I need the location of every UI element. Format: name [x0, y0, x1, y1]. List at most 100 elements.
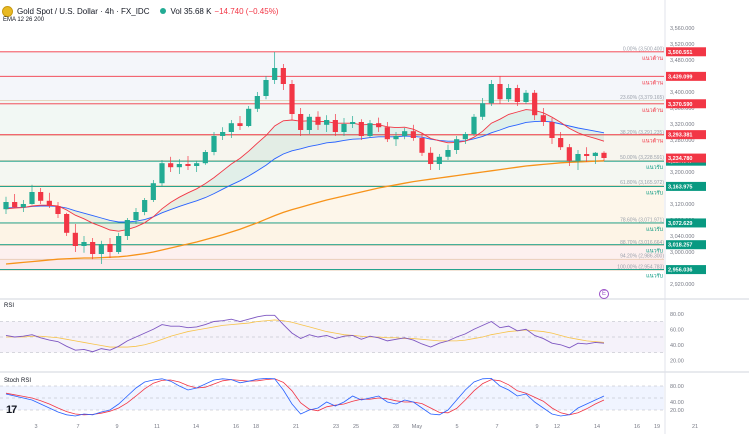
fib-level-label: 61.80% (3,165.972) — [620, 180, 664, 186]
candle-body — [558, 138, 564, 148]
candle-body — [436, 156, 442, 164]
candle-body — [185, 164, 191, 166]
candle-body — [12, 202, 18, 208]
time-tick-label: 21 — [293, 424, 299, 430]
candle-body — [462, 134, 468, 140]
market-status-icon — [159, 8, 166, 14]
candle-body — [428, 152, 434, 164]
time-tick-label: May — [412, 424, 423, 430]
candle-body — [497, 84, 503, 100]
candle-body — [332, 120, 338, 132]
candle-body — [584, 154, 590, 156]
candle-body — [194, 163, 200, 166]
sr-price-tag-label: 3,500.551 — [668, 50, 692, 56]
time-tick-label: 14 — [193, 424, 199, 430]
time-tick-label: 19 — [654, 424, 660, 430]
sr-zone-label: แนวรับ — [646, 189, 663, 196]
rsi-pane-label[interactable]: RSI — [4, 303, 14, 309]
candle-body — [168, 163, 174, 168]
stoch-tick-label: 20.00 — [670, 408, 684, 414]
candle-body — [29, 192, 35, 204]
fib-zone — [0, 223, 664, 246]
candle-body — [592, 152, 598, 156]
event-marker-icon[interactable]: E — [599, 289, 609, 299]
candle-body — [289, 84, 295, 114]
sr-price-tag-label: 3,439.099 — [668, 74, 692, 80]
price-tick-label: 3,000.000 — [670, 250, 694, 256]
gold-symbol-icon — [2, 5, 13, 17]
price-tick-label: 3,040.000 — [670, 234, 694, 240]
rsi-tick-label: 20.00 — [670, 358, 684, 364]
candle-body — [523, 92, 529, 102]
candle-body — [445, 150, 451, 157]
candle-body — [315, 116, 321, 125]
candle-body — [90, 242, 96, 254]
symbol-title[interactable]: Gold Spot / U.S. Dollar · 4h · FX_IDC — [17, 7, 150, 16]
candle-body — [107, 244, 113, 252]
candle-body — [566, 147, 572, 161]
change-readout: −14.740 (−0.45%) — [214, 6, 279, 16]
time-tick-label: 18 — [253, 424, 259, 430]
candle-body — [454, 139, 460, 150]
tradingview-logo[interactable]: 17 — [6, 404, 17, 416]
fib-level-label: 38.20% (3,291.235) — [620, 130, 664, 136]
candle-body — [133, 212, 139, 220]
current-price-label: 3,234.780 — [668, 156, 692, 162]
candle-body — [393, 136, 399, 140]
sr-zone-label: แนวต้าน — [642, 55, 663, 62]
candle-body — [402, 131, 408, 136]
time-tick-label: 25 — [353, 424, 359, 430]
candle-body — [549, 122, 555, 138]
fib-zone — [0, 160, 664, 186]
sr-price-tag-label: 2,956.036 — [668, 268, 692, 274]
candle-body — [540, 115, 546, 122]
volume-readout: Vol 35.68 K — [170, 6, 212, 16]
candle-body — [220, 132, 226, 136]
time-tick-label: 5 — [455, 424, 458, 430]
candle-body — [532, 92, 538, 116]
candle-body — [202, 152, 208, 164]
fib-level-label: 50.00% (3,228.591) — [620, 155, 664, 161]
candle-body — [55, 206, 61, 214]
chart-canvas[interactable]: 0.00% (3,500.400)23.60% (3,379.165)38.20… — [0, 0, 749, 434]
candle-body — [272, 68, 278, 80]
stoch-rsi-pane-label[interactable]: Stoch RSI — [4, 378, 31, 384]
time-tick-label: 16 — [634, 424, 640, 430]
candle-body — [514, 88, 520, 102]
candle-body — [20, 204, 26, 208]
candle-body — [601, 152, 607, 158]
rsi-tick-label: 60.00 — [670, 327, 684, 333]
price-tick-label: 3,200.000 — [670, 170, 694, 176]
sr-price-tag-label: 3,018.257 — [668, 243, 692, 249]
candle-body — [280, 68, 286, 84]
candle-body — [488, 84, 494, 104]
sr-zone-label: แนวต้าน — [642, 138, 663, 145]
ema-indicator-label[interactable]: EMA 12 26 200 — [3, 17, 44, 23]
candle-body — [367, 123, 373, 136]
candle-body — [419, 138, 425, 153]
sr-zone-label: แนวรับ — [646, 273, 663, 280]
candle-body — [81, 242, 87, 246]
time-tick-label: 12 — [554, 424, 560, 430]
time-tick-label: 3 — [34, 424, 37, 430]
time-tick-label: 16 — [233, 424, 239, 430]
time-tick-label: 7 — [495, 424, 498, 430]
fib-zone — [0, 259, 664, 271]
time-tick-label: 9 — [535, 424, 538, 430]
candle-body — [159, 163, 165, 184]
sr-zone-label: แนวรับ — [646, 248, 663, 255]
rsi-tick-label: 80.00 — [670, 312, 684, 318]
stoch-tick-label: 40.00 — [670, 400, 684, 406]
time-tick-label: 9 — [115, 424, 118, 430]
sr-price-tag-label: 3,072.629 — [668, 221, 692, 227]
candle-body — [306, 116, 312, 130]
candle-body — [324, 120, 330, 125]
sr-price-tag-label: 3,163.975 — [668, 184, 692, 190]
candle-body — [211, 136, 217, 152]
candle-body — [263, 80, 269, 96]
candle-body — [98, 244, 104, 254]
candle-body — [384, 127, 390, 140]
candle-body — [38, 192, 44, 201]
time-tick-label: 11 — [154, 424, 160, 430]
price-tick-label: 3,560.000 — [670, 26, 694, 32]
